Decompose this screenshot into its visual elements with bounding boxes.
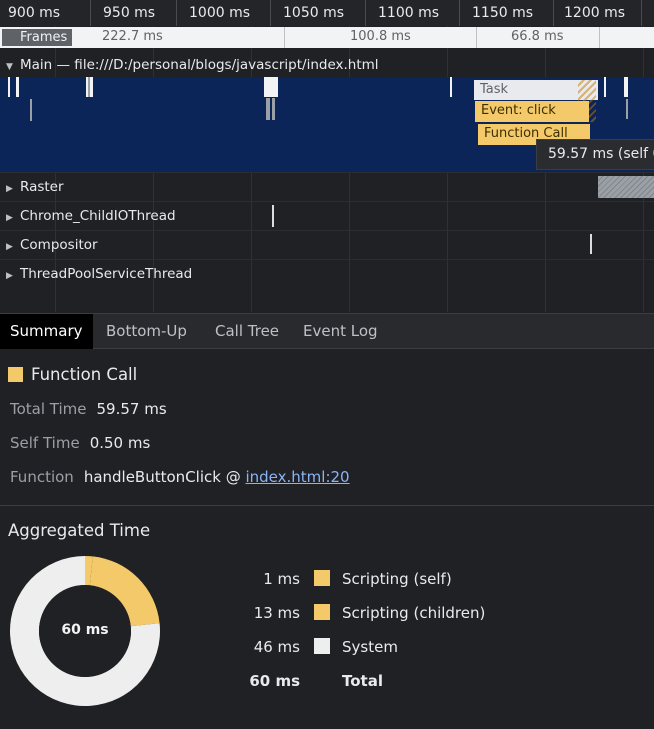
ruler-tick-line [459, 0, 460, 26]
ruler-tick: 950 ms [103, 5, 156, 21]
legend-amount: 1 ms [263, 570, 300, 588]
frame-duration[interactable]: 66.8 ms [511, 29, 564, 44]
thread-activity-mark[interactable] [590, 234, 592, 254]
legend-name: Scripting (children) [342, 604, 486, 622]
frame-duration[interactable]: 222.7 ms [102, 29, 163, 44]
thread-label: Chrome_ChildIOThread [20, 208, 176, 224]
category-swatch [8, 367, 23, 382]
tab-summary[interactable]: Summary [0, 314, 93, 349]
flame-slice[interactable] [266, 98, 270, 120]
function-row: Function handleButtonClick @ index.html:2… [10, 468, 350, 486]
frames-label[interactable]: Frames [2, 29, 72, 46]
legend-swatch [314, 638, 330, 654]
ruler-tick-line [553, 0, 554, 26]
legend-amount: 46 ms [253, 638, 300, 656]
legend-row-system: 46 ms System [222, 638, 398, 660]
thread-label: ThreadPoolServiceThread [20, 266, 193, 282]
self-time-row: Self Time 0.50 ms [10, 434, 150, 452]
frame-duration[interactable]: 100.8 ms [350, 29, 411, 44]
legend-name: System [342, 638, 398, 656]
ruler-tick: 1100 ms [378, 5, 440, 21]
raster-activity[interactable] [598, 176, 654, 198]
expand-triangle-icon[interactable]: ▶ [6, 233, 20, 261]
expand-triangle-icon[interactable]: ▶ [6, 262, 20, 290]
tab-bottom-up[interactable]: Bottom-Up [96, 314, 197, 349]
legend-name: Scripting (self) [342, 570, 452, 588]
tab-event-log[interactable]: Event Log [293, 314, 388, 349]
thread-label: Raster [20, 179, 64, 195]
legend-swatch [314, 604, 330, 620]
function-label: Function [10, 468, 74, 486]
flame-slice[interactable] [272, 98, 275, 120]
legend-row-scripting-self: 1 ms Scripting (self) [222, 570, 452, 592]
legend-total-amount: 60 ms [249, 672, 300, 690]
ruler-tick-line [90, 0, 91, 26]
source-link[interactable]: index.html:20 [245, 468, 349, 486]
frame-separator [284, 27, 285, 48]
ruler-tick: 1000 ms [189, 5, 251, 21]
flame-slice[interactable] [8, 77, 10, 97]
main-thread-header[interactable]: ▼ Main — file:///D:/personal/blogs/javasc… [0, 53, 654, 77]
frames-track[interactable]: Frames 222.7 ms 100.8 ms 66.8 ms [0, 27, 654, 48]
details-tabbar: Summary Bottom-Up Call Tree Event Log [0, 313, 654, 349]
flame-slice[interactable] [88, 77, 90, 97]
expand-triangle-icon[interactable]: ▶ [6, 175, 20, 203]
summary-panel: Function Call Total Time 59.57 ms Self Ti… [0, 349, 654, 729]
self-time-label: Self Time [10, 434, 80, 452]
legend-row-total: 60 ms Total [222, 672, 383, 694]
ruler-tick: 1200 ms [564, 5, 626, 21]
total-time-row: Total Time 59.57 ms [10, 400, 167, 418]
flame-slice[interactable] [16, 77, 19, 97]
legend-row-scripting-children: 13 ms Scripting (children) [222, 604, 485, 626]
flame-slice[interactable] [30, 99, 32, 121]
expand-triangle-icon[interactable]: ▶ [6, 204, 20, 232]
time-ruler[interactable]: 900 ms 950 ms 1000 ms 1050 ms 1100 ms 11… [0, 0, 654, 26]
thread-threadpool[interactable]: ▶ ThreadPoolServiceThread [0, 259, 654, 287]
ruler-tick-line [365, 0, 366, 26]
flame-slice[interactable] [264, 77, 278, 97]
thread-label: Compositor [20, 237, 98, 253]
ruler-tick-line [270, 0, 271, 26]
self-time-value: 0.50 ms [89, 434, 151, 452]
summary-title-text: Function Call [31, 365, 138, 384]
legend-swatch [314, 570, 330, 586]
aggregated-time-title: Aggregated Time [8, 521, 151, 540]
flame-slice[interactable] [450, 77, 452, 97]
ruler-tick: 900 ms [8, 5, 61, 21]
ruler-tick: 1050 ms [283, 5, 345, 21]
function-name: handleButtonClick @ [83, 468, 241, 486]
legend-total-label: Total [342, 672, 383, 690]
thread-compositor[interactable]: ▶ Compositor [0, 230, 654, 258]
donut-center-value: 60 ms [61, 622, 109, 638]
summary-title: Function Call [8, 365, 137, 384]
frame-separator [476, 27, 477, 48]
legend-amount: 13 ms [253, 604, 300, 622]
tab-call-tree[interactable]: Call Tree [205, 314, 289, 349]
thread-childio[interactable]: ▶ Chrome_ChildIOThread [0, 201, 654, 229]
total-time-value: 59.57 ms [96, 400, 167, 418]
thread-raster[interactable]: ▶ Raster [0, 172, 654, 200]
frame-separator [599, 27, 600, 48]
hover-tooltip: 59.57 ms (self 0 [536, 139, 654, 170]
flame-slice[interactable] [624, 77, 628, 97]
main-thread-title: Main — file:///D:/personal/blogs/javascr… [20, 57, 379, 73]
ruler-tick-line [176, 0, 177, 26]
flame-slice[interactable] [626, 99, 628, 119]
section-divider [0, 505, 654, 506]
flame-slice[interactable] [604, 77, 606, 97]
total-time-label: Total Time [10, 400, 87, 418]
collapse-triangle-icon[interactable]: ▼ [6, 55, 20, 79]
flame-event-click[interactable]: Event: click [475, 101, 589, 122]
ruler-tick-line [641, 0, 642, 26]
ruler-tick: 1150 ms [472, 5, 534, 21]
timeline-overview[interactable]: 900 ms 950 ms 1000 ms 1050 ms 1100 ms 11… [0, 0, 654, 312]
thread-activity-mark[interactable] [272, 205, 274, 227]
